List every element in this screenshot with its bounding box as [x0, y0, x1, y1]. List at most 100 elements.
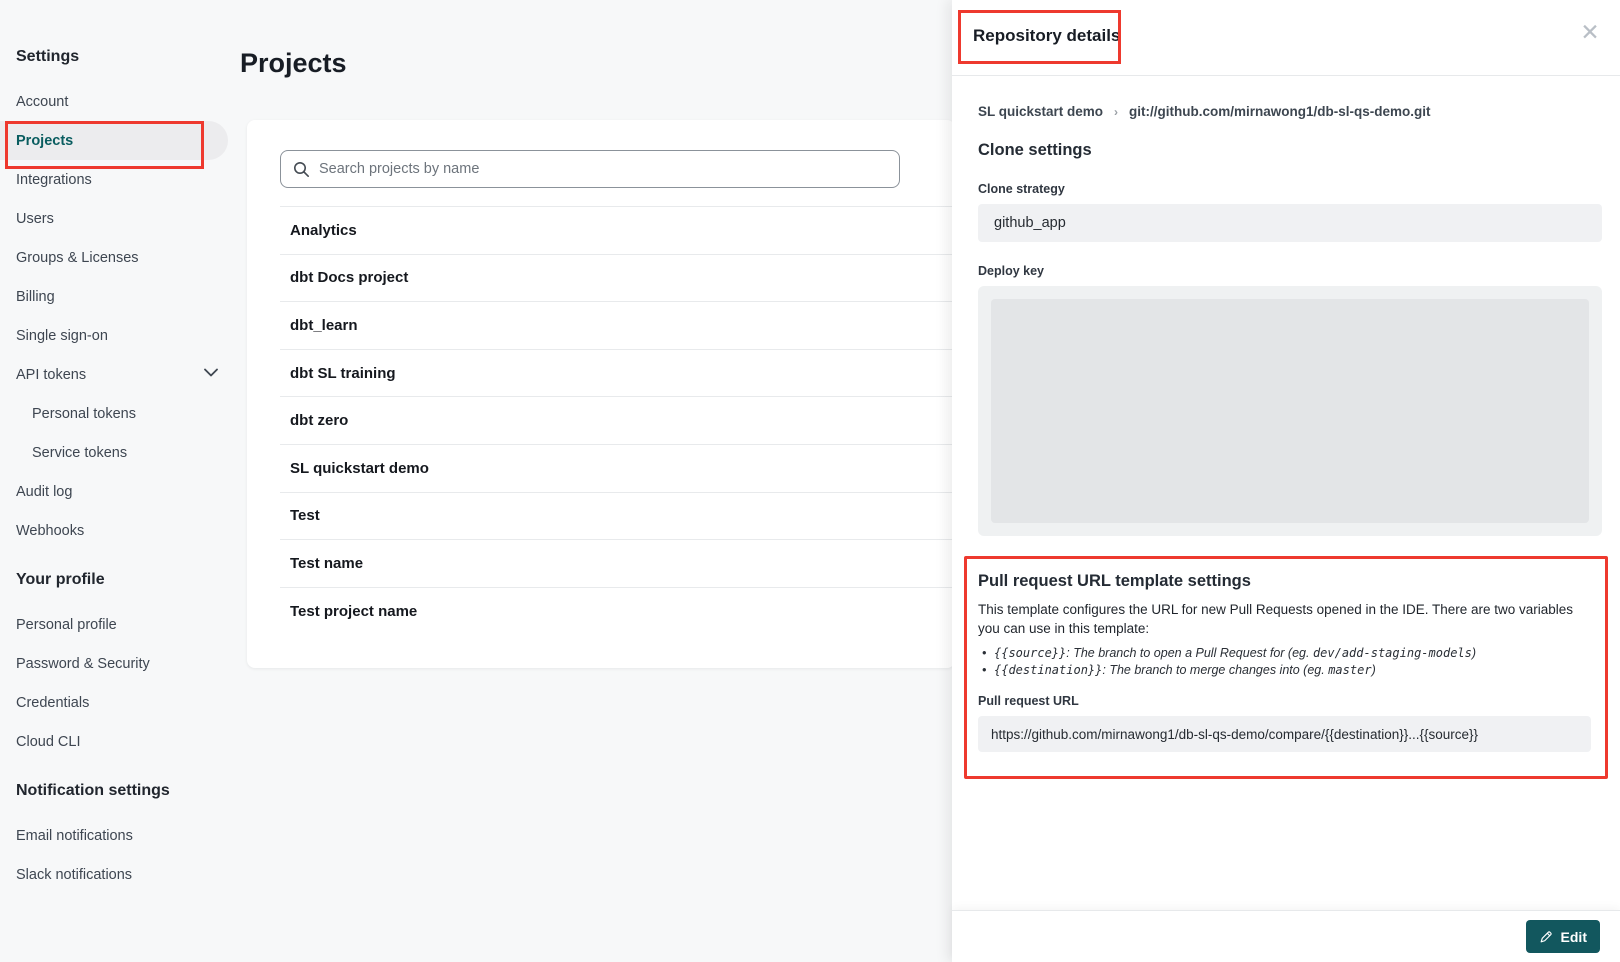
- panel-body: SL quickstart demo › git://github.com/mi…: [952, 104, 1620, 779]
- project-row-test-project-name[interactable]: Test project name: [280, 587, 955, 635]
- sidebar-item-email-notifications[interactable]: Email notifications: [16, 816, 228, 855]
- pr-variable-bullet: {{destination}}: The branch to merge cha…: [978, 662, 1591, 679]
- project-name: SL quickstart demo: [290, 460, 429, 477]
- sidebar-item-webhooks[interactable]: Webhooks: [16, 511, 228, 550]
- sidebar-item-billing[interactable]: Billing: [16, 277, 228, 316]
- variable-example: master: [1328, 663, 1371, 677]
- variable-description: : The branch to open a Pull Request for …: [1066, 646, 1313, 660]
- breadcrumb-repo-url: git://github.com/mirnawong1/db-sl-qs-dem…: [1129, 104, 1430, 119]
- sidebar-item-label: Cloud CLI: [16, 734, 80, 750]
- project-row-test[interactable]: Test: [280, 492, 955, 540]
- sidebar-title: Settings: [16, 48, 240, 82]
- pr-template-description: This template configures the URL for new…: [978, 600, 1591, 638]
- sidebar-item-label: Slack notifications: [16, 867, 132, 883]
- project-row-analytics[interactable]: Analytics: [280, 206, 955, 254]
- sidebar-item-audit-log[interactable]: Audit log: [16, 472, 228, 511]
- sidebar-item-label: Groups & Licenses: [16, 250, 139, 266]
- sidebar-item-label: Account: [16, 94, 68, 110]
- breadcrumb: SL quickstart demo › git://github.com/mi…: [978, 104, 1602, 119]
- sidebar-item-label: Credentials: [16, 695, 89, 711]
- search-input[interactable]: [319, 161, 899, 177]
- sidebar-item-label: Projects: [16, 133, 73, 149]
- pencil-icon: [1539, 930, 1553, 944]
- sidebar-item-label: Service tokens: [32, 445, 127, 461]
- project-row-dbt-sl-training[interactable]: dbt SL training: [280, 349, 955, 397]
- sidebar-item-password-security[interactable]: Password & Security: [16, 644, 228, 683]
- panel-header: Repository details ✕: [952, 0, 1620, 76]
- edit-button-label: Edit: [1561, 929, 1587, 945]
- variable-suffix: ): [1472, 646, 1476, 660]
- sidebar-notification-items: Email notifications Slack notifications: [16, 816, 240, 894]
- pull-request-section annotation-box-pr-template: Pull request URL template settings This …: [964, 556, 1608, 779]
- clone-settings-heading: Clone settings: [978, 141, 1602, 160]
- sidebar-item-slack-notifications[interactable]: Slack notifications: [16, 855, 228, 894]
- sidebar-item-personal-tokens[interactable]: Personal tokens: [16, 394, 228, 433]
- sidebar-item-label: API tokens: [16, 367, 86, 383]
- variable-code: {{source}}: [994, 646, 1066, 660]
- project-name: dbt zero: [290, 412, 348, 429]
- variable-code: {{destination}}: [994, 663, 1102, 677]
- variable-description: : The branch to merge changes into (eg.: [1102, 663, 1328, 677]
- sidebar-notification-title: Notification settings: [16, 782, 240, 816]
- project-row-dbt-zero[interactable]: dbt zero: [280, 396, 955, 444]
- project-row-dbt-docs-project[interactable]: dbt Docs project: [280, 254, 955, 302]
- pr-variable-bullet: {{source}}: The branch to open a Pull Re…: [978, 645, 1591, 662]
- settings-sidebar: Settings Account Projects Integrations User…: [0, 0, 240, 894]
- sidebar-item-users[interactable]: Users: [16, 199, 228, 238]
- sidebar-item-account[interactable]: Account: [16, 82, 228, 121]
- project-row-test-name[interactable]: Test name: [280, 539, 955, 587]
- sidebar-item-cloud-cli[interactable]: Cloud CLI: [16, 722, 228, 761]
- project-name: Analytics: [290, 222, 357, 239]
- edit-button[interactable]: Edit: [1526, 920, 1600, 953]
- project-name: Test project name: [290, 603, 417, 620]
- project-name: dbt_learn: [290, 317, 358, 334]
- project-name: Test: [290, 507, 320, 524]
- project-list: Analytics dbt Docs project dbt_learndbt SL…: [280, 206, 955, 634]
- sidebar-item-api-tokens[interactable]: API tokens: [16, 355, 228, 394]
- sidebar-item-integrations[interactable]: Integrations: [16, 160, 228, 199]
- sidebar-item-label: Personal profile: [16, 617, 117, 633]
- close-icon[interactable]: ✕: [1576, 18, 1604, 46]
- search-icon: [293, 161, 310, 178]
- pull-request-url-value: https://github.com/mirnawong1/db-sl-qs-d…: [978, 716, 1591, 752]
- sidebar-item-single-sign-on[interactable]: Single sign-on: [16, 316, 228, 355]
- sidebar-profile-items: Personal profile Password & Security Crede…: [16, 605, 240, 761]
- panel-footer: Edit: [952, 910, 1620, 962]
- sidebar-item-label: Users: [16, 211, 54, 227]
- sidebar-main-items: Account Projects Integrations Users Groups &…: [16, 82, 240, 550]
- pr-template-variables: {{source}}: The branch to open a Pull Re…: [978, 645, 1591, 678]
- sidebar-item-personal-profile[interactable]: Personal profile: [16, 605, 228, 644]
- sidebar-item-label: Billing: [16, 289, 55, 305]
- project-row-dbt-learn[interactable]: dbt_learn: [280, 301, 955, 349]
- project-search[interactable]: [280, 150, 900, 188]
- sidebar-item-groups-licenses[interactable]: Groups & Licenses: [16, 238, 228, 277]
- sidebar-item-label: Audit log: [16, 484, 72, 500]
- sidebar-gap: [16, 550, 240, 571]
- deploy-key-redacted-value: [991, 299, 1589, 523]
- sidebar-item-label: Webhooks: [16, 523, 84, 539]
- project-row-sl-quickstart-demo[interactable]: SL quickstart demo: [280, 444, 955, 492]
- sidebar-profile-title: Your profile: [16, 571, 240, 605]
- sidebar-gap: [16, 761, 240, 782]
- variable-example: dev/add-staging-models: [1313, 646, 1472, 660]
- clone-strategy-label: Clone strategy: [978, 182, 1602, 196]
- sidebar-item-credentials[interactable]: Credentials: [16, 683, 228, 722]
- deploy-key-field: [978, 286, 1602, 536]
- sidebar-item-projects[interactable]: Projects: [0, 121, 228, 160]
- sidebar-item-label: Integrations: [16, 172, 92, 188]
- chevron-down-icon: [204, 368, 218, 377]
- panel-title: Repository details: [973, 26, 1120, 46]
- project-name: dbt SL training: [290, 365, 396, 382]
- sidebar-item-label: Email notifications: [16, 828, 133, 844]
- projects-card: Analytics dbt Docs project dbt_learndbt SL…: [247, 120, 955, 668]
- page-title: Projects: [240, 48, 347, 79]
- pr-template-heading: Pull request URL template settings: [978, 572, 1591, 591]
- sidebar-item-label: Personal tokens: [32, 406, 136, 422]
- sidebar-item-label: Password & Security: [16, 656, 150, 672]
- breadcrumb-project: SL quickstart demo: [978, 104, 1103, 119]
- sidebar-item-label: Single sign-on: [16, 328, 108, 344]
- sidebar-item-service-tokens[interactable]: Service tokens: [16, 433, 228, 472]
- variable-suffix: ): [1372, 663, 1376, 677]
- deploy-key-label: Deploy key: [978, 264, 1602, 278]
- clone-strategy-value: github_app: [978, 204, 1602, 242]
